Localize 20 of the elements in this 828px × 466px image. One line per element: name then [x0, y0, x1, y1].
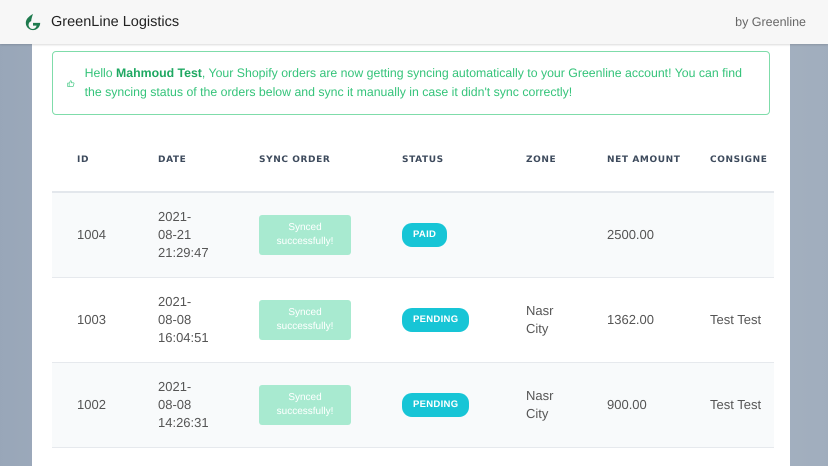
table-cell: Test Test: [710, 312, 762, 327]
status-badge: PENDING: [402, 308, 470, 332]
table-cell: 1362.00: [607, 312, 654, 327]
status-badge: PAID: [402, 223, 448, 247]
table-cell: 2500.00: [607, 227, 654, 242]
leaf-logo-icon: [24, 13, 42, 31]
table-cell: 1003: [77, 312, 106, 327]
alert-message: Hello Mahmoud Test, Your Shopify orders are now getting syncing automatically to your Greenline account! You can find the syncing status of the orders below and sync it manually in case it didn't sync correctly!: [84, 65, 743, 101]
table-cell: Test Test: [710, 397, 762, 412]
table-cell-text: Nasr City: [526, 302, 554, 338]
table-cell: 900.00: [607, 397, 647, 412]
table-cell-text: Nasr City: [526, 387, 554, 423]
table-cell: 1002: [77, 397, 106, 412]
table-cell: 2021-08-08 14:26:31: [158, 378, 210, 432]
status-badge: PENDING: [402, 393, 470, 417]
table-cell: 2021-08-21 21:29:47: [158, 208, 210, 262]
app-title: GreenLine Logistics: [51, 14, 180, 30]
table-cell: 1004: [77, 227, 106, 242]
table-cell: 2021-08-08 16:04:51: [158, 293, 210, 347]
byline: by Greenline: [735, 15, 806, 29]
